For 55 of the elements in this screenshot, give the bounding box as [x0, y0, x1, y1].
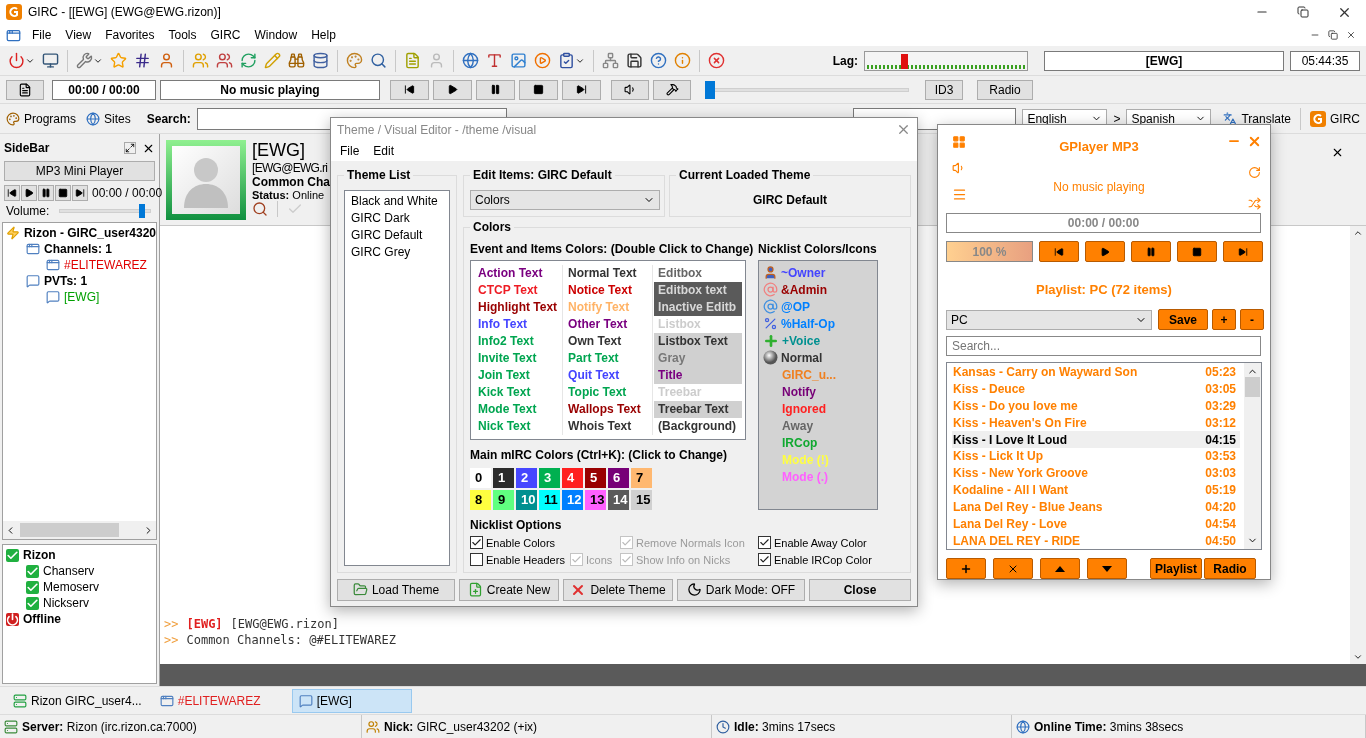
status-text: Online Time: 3mins 38secs	[1034, 719, 1184, 734]
prefix-mark: >>	[164, 617, 179, 631]
playlist-title: Playlist: PC (72 items)	[1035, 282, 1173, 297]
track-duration: 05:23	[1205, 365, 1236, 380]
track-title: Lana Del Rey - Love	[953, 516, 1068, 531]
track-title: Kiss - Do you love me	[953, 399, 1078, 414]
status-label: Status: Online	[252, 189, 326, 201]
section-label: Nicklist Colors/Icons	[758, 242, 878, 257]
track-duration: 05:19	[1205, 483, 1236, 498]
time-field: 00:00 / 00:00	[52, 79, 156, 100]
volume-label: 100 %	[972, 244, 1007, 259]
prefix-mark: >>	[164, 633, 179, 647]
track-title: Kansas - Carry on Wayward Son	[953, 365, 1138, 380]
status-text: Nick: GIRC_user43202 (+ix)	[384, 719, 538, 734]
time-label: 00:00 / 00:00	[92, 186, 163, 200]
clock-field: 05:44:35	[1290, 50, 1360, 71]
window-title: GIRC - [[EWG] (EWG@EWG.rizon)]	[28, 5, 221, 19]
message-text: Common Channels: @#ELITEWAREZ	[186, 633, 396, 647]
now-playing-label: No music playing	[1053, 180, 1145, 194]
track-duration: 03:53	[1205, 449, 1236, 464]
track-title: Kodaline - All I Want	[953, 483, 1069, 498]
nick-title: [EWG]	[252, 140, 306, 161]
section-label: Nicklist Options	[470, 518, 563, 533]
track-duration: 03:29	[1205, 399, 1236, 414]
track-title: Kiss - Deuce	[953, 382, 1026, 397]
search-label: Search:	[146, 111, 191, 126]
track-duration: 03:03	[1205, 466, 1236, 481]
track-duration: 03:05	[1205, 382, 1236, 397]
section-label: Event and Items Colors: (Double Click to Change)	[470, 242, 755, 257]
nick-label: [EWG]	[186, 617, 223, 631]
message-text: [EWG@EWG.rizon]	[230, 617, 339, 631]
section-label: Main mIRC Colors (Ctrl+K): (Click to Change)	[470, 448, 728, 463]
status-text: Idle: 3mins 17secs	[734, 719, 836, 734]
current-theme-value: GIRC Default	[753, 193, 827, 208]
track-title: Kiss - Heaven's On Fire	[953, 415, 1087, 430]
track-title: Kiss - New York Groove	[953, 466, 1088, 481]
track-duration: 04:15	[1205, 432, 1236, 447]
track-title: Kiss - I Love It Loud	[953, 432, 1067, 447]
track-title: Lana Del Rey - Blue Jeans	[953, 499, 1103, 514]
track-duration: 04:50	[1205, 533, 1236, 548]
track-title: Kiss - Lick It Up	[953, 449, 1044, 464]
lag-label: Lag:	[832, 53, 858, 68]
track-duration: 04:20	[1205, 499, 1236, 514]
player-title: GPlayer MP3	[1059, 139, 1139, 154]
volume-label: Volume:	[6, 204, 50, 218]
status-text: Server: Rizon (irc.rizon.ca:7000)	[22, 719, 197, 734]
sidebar-title: SideBar	[4, 141, 50, 155]
track-duration: 04:54	[1205, 516, 1236, 531]
now-playing-field: No music playing	[160, 79, 380, 100]
arrow-label: >	[1113, 111, 1121, 126]
time-field: 00:00 / 00:00	[946, 213, 1261, 233]
track-duration: 03:12	[1205, 415, 1236, 430]
dialog-title: Theme / Visual Editor - /theme /visual	[337, 122, 537, 137]
host-label: [EWG@EWG.ri	[252, 161, 327, 175]
track-title: LANA DEL REY - RIDE	[953, 533, 1081, 548]
